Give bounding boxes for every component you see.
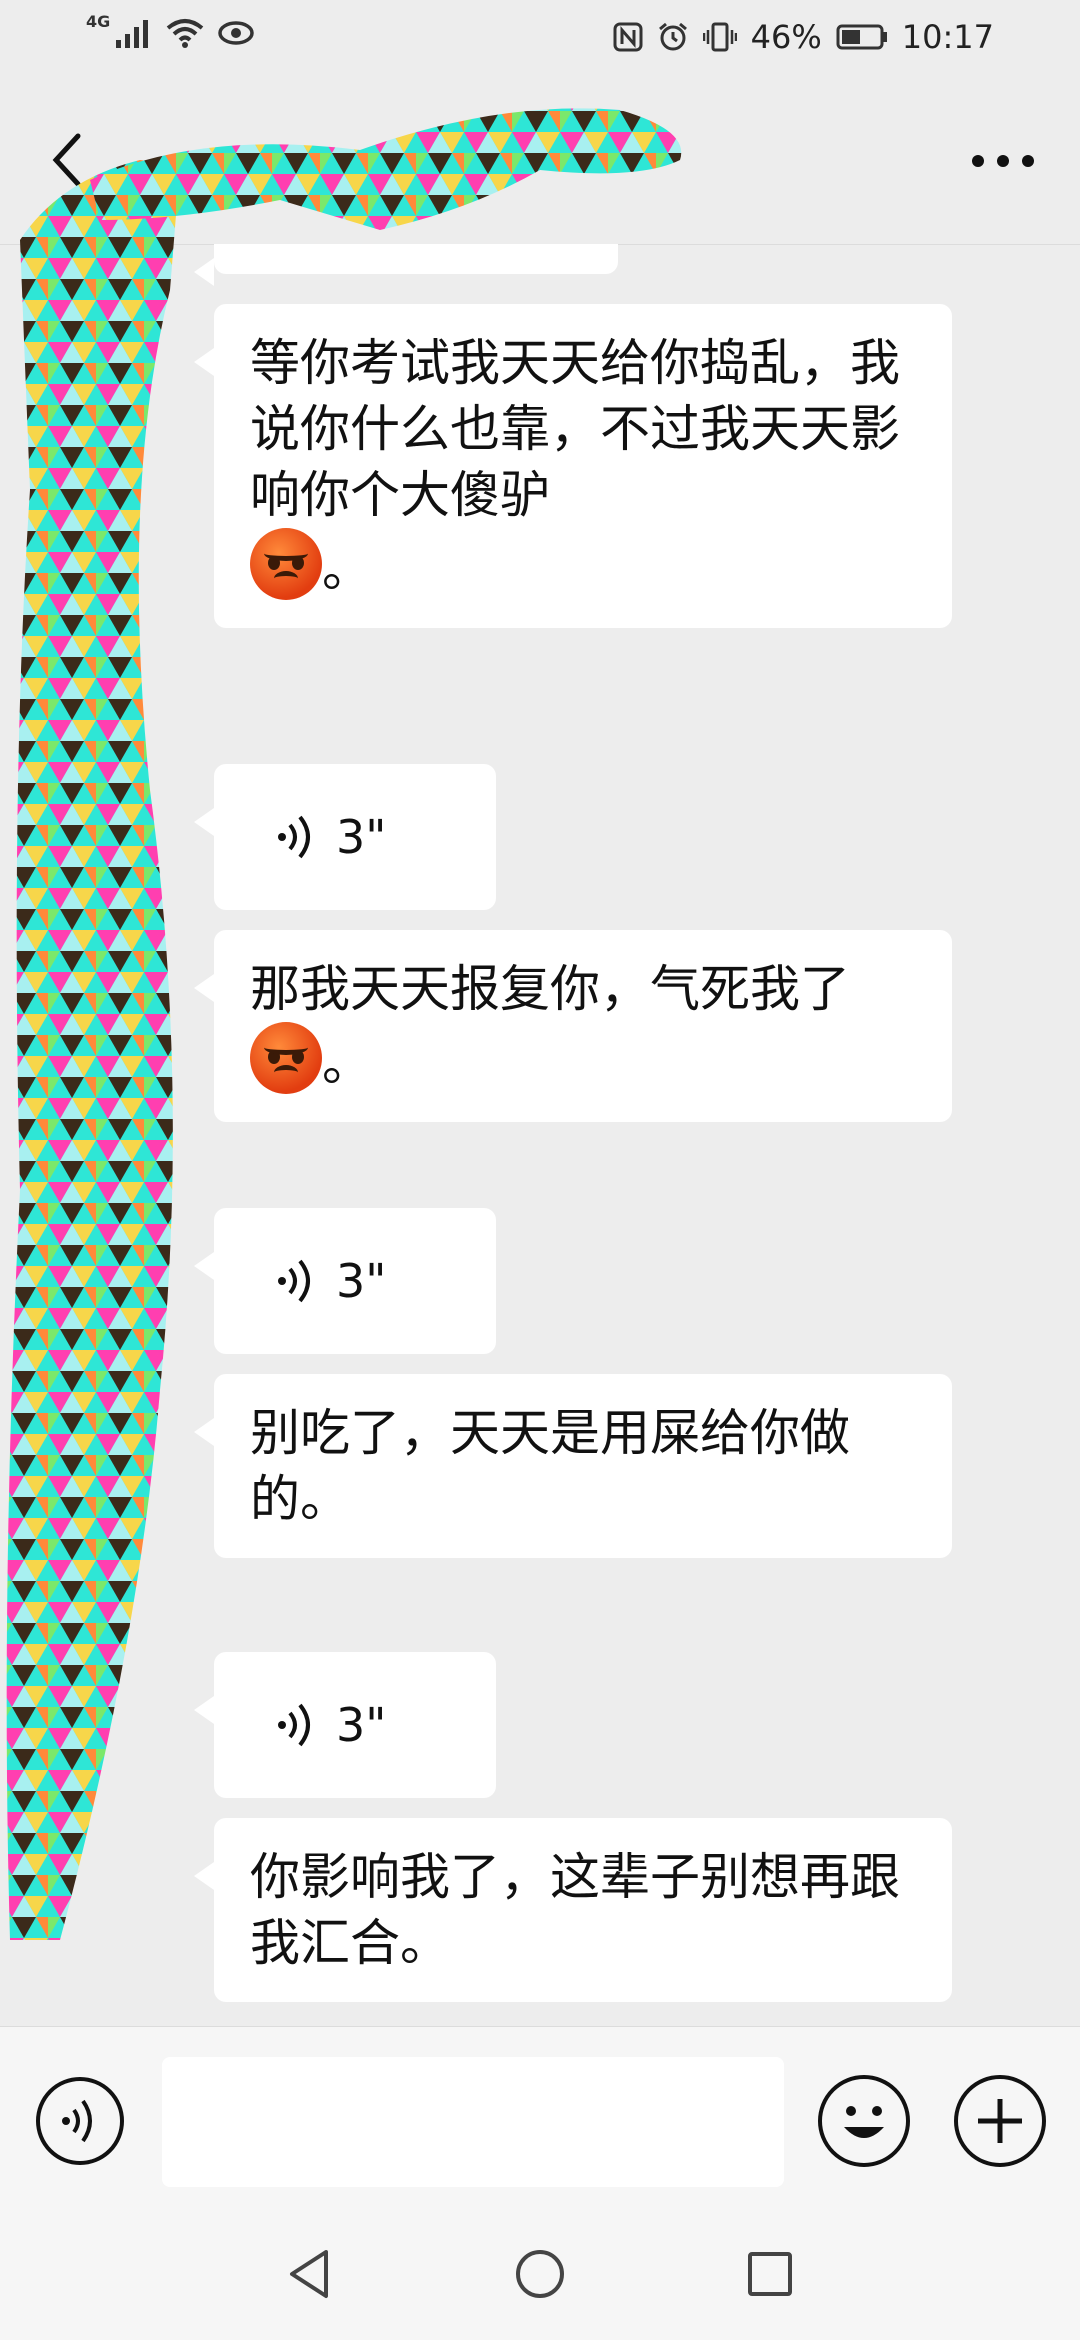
message-bubble[interactable]: 等你考试我天天给你捣乱，我说你什么也靠，不过我天天影响你个大傻驴 。 [194,304,952,628]
voice-duration: 3" [336,1698,387,1752]
message-bubble-partial[interactable] [194,244,618,286]
wifi-icon [166,19,204,48]
message-text: 你影响我了，这辈子别想再跟我汇合。 [250,1848,900,1972]
signal-icon [116,20,149,48]
voice-wave-icon [62,2099,92,2143]
network-type: 4G [86,11,111,31]
clock: 10:17 [901,18,994,56]
more-actions-button[interactable] [954,2075,1046,2167]
emoji-button[interactable] [818,2075,910,2167]
nav-back-button[interactable] [282,2246,338,2302]
voice-wave-icon [278,1703,310,1747]
nfc-icon [613,22,643,52]
voice-input-button[interactable] [36,2077,124,2165]
message-tail: 。 [322,1034,372,1092]
status-bar: 4G 46% 10:17 [0,0,1080,80]
input-bar [0,2026,1080,2207]
message-text: 那我天天报复你，气死我了 [250,960,850,1018]
battery-percent: 46% [750,18,822,56]
more-options-button[interactable] [968,136,1038,186]
message-bubble[interactable]: 那我天天报复你，气死我了。 [194,930,952,1122]
message-tail: 。 [322,540,372,598]
system-nav-bar [0,2206,1080,2340]
voice-duration: 3" [336,1254,387,1308]
voice-wave-icon [278,1259,310,1303]
message-bubble[interactable]: 你影响我了，这辈子别想再跟我汇合。 [194,1818,952,2002]
voice-message-bubble[interactable]: 3" [194,1208,496,1354]
voice-duration: 3" [336,810,387,864]
status-right: 46% 10:17 [613,18,994,56]
vibrate-icon [702,22,737,52]
chat-area[interactable]: 等你考试我天天给你捣乱，我说你什么也靠，不过我天天影响你个大傻驴 。 3" 那我… [0,244,1080,2026]
angry-face-icon [250,528,322,600]
status-left: 4G [86,12,255,48]
alarm-icon [658,22,687,51]
message-bubble[interactable]: 别吃了，天天是用屎给你做的。 [194,1374,952,1558]
voice-message-bubble[interactable]: 3" [194,1652,496,1798]
title-redaction-scribble [90,108,682,230]
nav-home-button[interactable] [512,2246,568,2302]
plus-icon [978,2099,1022,2143]
message-text: 别吃了，天天是用屎给你做的。 [250,1404,850,1528]
smiley-icon [844,2106,884,2138]
message-input[interactable] [162,2057,784,2187]
eye-icon [218,21,255,45]
message-text: 等你考试我天天给你捣乱，我说你什么也靠，不过我天天影响你个大傻驴 [250,334,900,524]
voice-wave-icon [278,815,310,859]
angry-face-icon [250,1022,322,1094]
nav-recents-button[interactable] [742,2246,798,2302]
battery-icon [836,24,887,50]
voice-message-bubble[interactable]: 3" [194,764,496,910]
